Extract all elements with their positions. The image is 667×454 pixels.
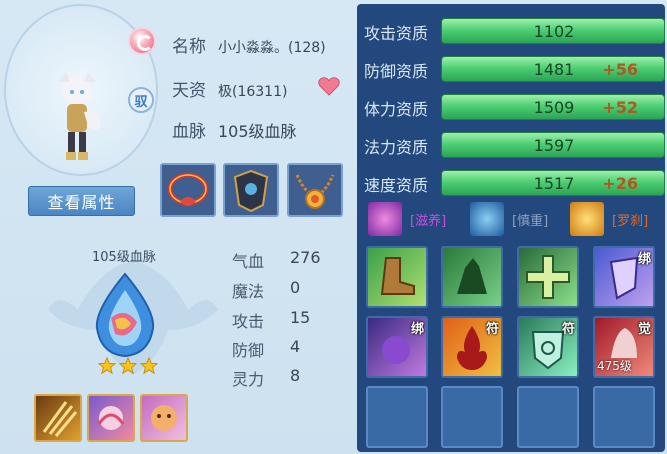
stat-value: 0 bbox=[290, 278, 301, 297]
name-value: 小小淼淼。(128) bbox=[218, 40, 326, 56]
skill-slot-3[interactable] bbox=[517, 246, 579, 308]
aptitude-row-stamina: 体力资质 bbox=[364, 96, 442, 120]
bloodline-skill-slot-2[interactable] bbox=[87, 394, 135, 442]
stat-row-attack: 攻击 15 bbox=[232, 308, 310, 332]
aptitude-bonus: +56 bbox=[602, 60, 638, 79]
talent-label: 天资 bbox=[172, 81, 206, 101]
skill-slot-2[interactable] bbox=[441, 246, 503, 308]
bloodline-label: 血脉 bbox=[172, 122, 206, 142]
bloodline-gem-icon[interactable] bbox=[85, 270, 165, 360]
armor-icon bbox=[233, 169, 269, 213]
beast-silhouette-icon bbox=[457, 258, 487, 294]
bound-tag: 绑 bbox=[637, 252, 651, 267]
equipment-slot-armor[interactable] bbox=[223, 163, 279, 217]
aptitude-bar-defense: 1481 +56 bbox=[441, 56, 665, 82]
aptitude-bar-attack: 1102 bbox=[441, 18, 665, 44]
trait-label-rakshasa: [罗刹] bbox=[612, 214, 649, 229]
pet-type-badge: 驭 bbox=[128, 87, 154, 113]
name-row: 名称 小小淼淼。(128) bbox=[172, 32, 326, 57]
nourish-icon[interactable] bbox=[368, 202, 402, 236]
talisman-tag: 符 bbox=[561, 322, 575, 337]
aptitude-value: 1597 bbox=[533, 136, 575, 155]
aptitude-bar-speed: 1517 +26 bbox=[441, 170, 665, 196]
rakshasa-icon[interactable] bbox=[570, 202, 604, 236]
bound-tag: 绑 bbox=[410, 322, 424, 337]
skill-slot-6[interactable]: 符 bbox=[441, 316, 503, 378]
trait-label-caution: [慎重] bbox=[512, 214, 549, 229]
necklace-icon bbox=[295, 174, 335, 209]
name-label: 名称 bbox=[172, 37, 206, 57]
stat-label: 防御 bbox=[232, 341, 265, 360]
star-icon bbox=[140, 357, 158, 375]
aptitude-row-attack: 攻击资质 bbox=[364, 20, 442, 44]
skill-slot-8[interactable]: 觉 475级 bbox=[593, 316, 655, 378]
green-cross-icon bbox=[526, 255, 570, 299]
skill-slot-5[interactable]: 绑 bbox=[366, 316, 428, 378]
aptitude-row-defense: 防御资质 bbox=[364, 58, 442, 82]
skill-slot-empty[interactable] bbox=[593, 386, 655, 448]
aptitude-bonus: +26 bbox=[602, 174, 638, 193]
stat-value: 276 bbox=[290, 248, 321, 267]
pet-rank-badge[interactable] bbox=[128, 27, 156, 55]
aptitude-row-speed: 速度资质 bbox=[364, 172, 442, 196]
stat-label: 攻击 bbox=[232, 312, 265, 331]
stat-label: 灵力 bbox=[232, 370, 265, 389]
skill-slot-empty[interactable] bbox=[366, 386, 428, 448]
stat-label: 气血 bbox=[232, 252, 265, 271]
bloodline-skill-slot-1[interactable] bbox=[34, 394, 82, 442]
skill-slot-empty[interactable] bbox=[517, 386, 579, 448]
talisman-tag: 符 bbox=[485, 322, 499, 337]
boot-icon bbox=[380, 257, 415, 295]
stat-row-hp: 气血 276 bbox=[232, 248, 321, 272]
aptitude-value: 1102 bbox=[533, 22, 575, 41]
stat-value: 15 bbox=[290, 308, 311, 327]
skill-slot-empty[interactable] bbox=[441, 386, 503, 448]
dragon-spirit-icon bbox=[97, 406, 125, 430]
collar-icon bbox=[167, 172, 209, 206]
beast-face-icon bbox=[151, 405, 177, 431]
aptitude-label: 防御资质 bbox=[364, 62, 429, 81]
skill-slot-1[interactable] bbox=[366, 246, 428, 308]
skill-slot-4[interactable]: 绑 bbox=[593, 246, 655, 308]
talent-row: 天资 极(16311) bbox=[172, 76, 287, 101]
bloodline-title: 105级血脉 bbox=[92, 250, 156, 265]
stat-label: 魔法 bbox=[232, 282, 265, 301]
aptitude-bonus: +52 bbox=[602, 98, 638, 117]
view-attributes-button[interactable]: 查看属性 bbox=[28, 186, 135, 216]
trait-label-nourish: [滋养] bbox=[410, 214, 447, 229]
bloodline-row: 血脉 105级血脉 bbox=[172, 117, 297, 142]
talent-value: 极(16311) bbox=[218, 84, 288, 100]
aptitude-label: 法力资质 bbox=[364, 138, 429, 157]
pet-detail-screen: { "pet": { "name_label": "名称", "name_val… bbox=[0, 0, 667, 454]
aptitude-row-mana: 法力资质 bbox=[364, 134, 442, 158]
awaken-tag: 觉 bbox=[637, 322, 651, 337]
aptitude-label: 体力资质 bbox=[364, 100, 429, 119]
stat-value: 8 bbox=[290, 366, 301, 385]
awaken-level: 475级 bbox=[597, 359, 632, 373]
aptitude-label: 攻击资质 bbox=[364, 24, 429, 43]
star-icon bbox=[98, 357, 116, 375]
claw-strike-icon bbox=[42, 401, 78, 437]
equipment-slot-collar[interactable] bbox=[160, 163, 216, 217]
stat-value: 4 bbox=[290, 337, 301, 356]
equipment-slot-necklace[interactable] bbox=[287, 163, 343, 217]
bloodline-stars bbox=[98, 357, 158, 375]
heart-icon[interactable] bbox=[318, 76, 340, 96]
pet-avatar bbox=[58, 72, 101, 160]
aptitude-bar-stamina: 1509 +52 bbox=[441, 94, 665, 120]
skill-slot-7[interactable]: 符 bbox=[517, 316, 579, 378]
star-icon bbox=[119, 357, 137, 375]
bloodline-skill-slot-3[interactable] bbox=[140, 394, 188, 442]
stat-row-mp: 魔法 0 bbox=[232, 278, 300, 302]
stat-row-defense: 防御 4 bbox=[232, 337, 300, 361]
aptitude-label: 速度资质 bbox=[364, 176, 429, 195]
bloodline-value: 105级血脉 bbox=[218, 122, 297, 141]
caution-icon[interactable] bbox=[470, 202, 504, 236]
aptitude-bar-mana: 1597 bbox=[441, 132, 665, 158]
stat-row-spirit: 灵力 8 bbox=[232, 366, 300, 390]
